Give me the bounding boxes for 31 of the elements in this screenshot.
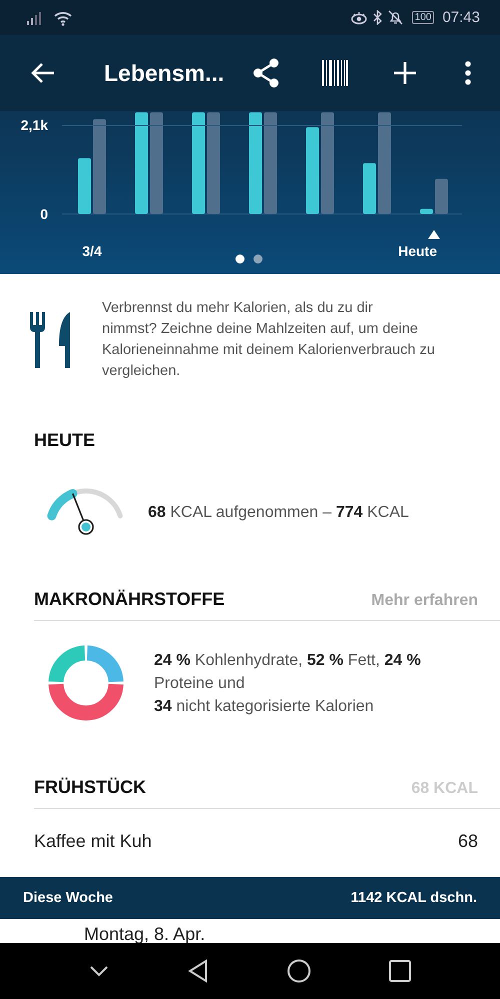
axis-label: 0 — [40, 206, 48, 222]
more-icon[interactable] — [464, 61, 472, 85]
week-average: 1142 KCAL dschn. — [350, 890, 477, 906]
triangle-marker-icon — [428, 230, 440, 239]
day-heading: Montag, 8. Apr. — [84, 924, 206, 944]
macro-summary: 24 % Kohlenhydrate, 52 % Fett, 24 % Proteine und 34 nicht kategorisierte Kalorien — [154, 650, 422, 716]
eye-icon — [350, 10, 368, 24]
chevron-down-icon[interactable] — [89, 965, 109, 977]
axis-label: 2,1k — [20, 117, 48, 133]
calorie-summary: 68 KCAL aufgenommen – 774 KCAL — [148, 502, 409, 522]
battery-level: 100 — [412, 11, 434, 24]
clock: 07:43 — [442, 9, 480, 26]
screen-title: Lebensm... — [104, 60, 224, 86]
page-indicator-dot[interactable] — [254, 254, 262, 264]
page-indicator-dot[interactable] — [236, 254, 244, 264]
recents-square-icon[interactable] — [389, 960, 411, 982]
learn-more-link[interactable]: Mehr erfahren — [371, 592, 478, 610]
food-name: Kaffee mit Kuh — [34, 831, 152, 853]
week-label: Diese Woche — [23, 890, 113, 906]
back-triangle-icon[interactable] — [187, 959, 209, 983]
section-heading: FRÜHSTÜCK — [34, 777, 146, 798]
bluetooth-icon — [372, 10, 383, 25]
axis-label: 3/4 — [82, 243, 102, 259]
bell-off-icon — [388, 10, 403, 25]
home-circle-icon[interactable] — [287, 959, 311, 983]
intro-text: Verbrennst du mehr Kalorien, als du zu dir nimmst? Zeichne deine Mahlzeiten auf, um deine Kalorieneinnahme mit deinem Kalorienverbrauch zu vergleichen. — [102, 299, 435, 381]
section-heading: HEUTE — [34, 430, 96, 451]
axis-label: Heute — [398, 243, 437, 259]
wifi-icon — [53, 10, 73, 26]
food-calories: 68 — [458, 831, 478, 853]
section-heading: MAKRONÄHRSTOFFE — [34, 589, 225, 610]
